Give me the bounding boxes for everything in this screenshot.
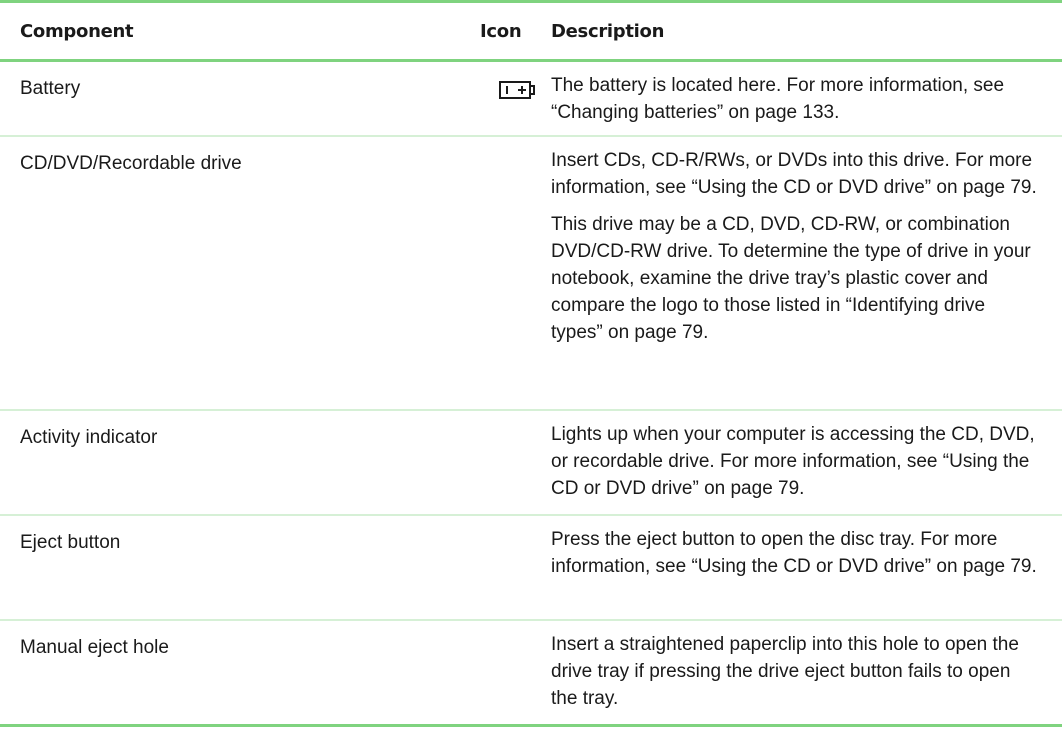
description-cell: Insert a straightened paperclip into thi… [551,631,1062,724]
icon-cell [460,72,551,135]
header-description: Description [551,20,665,42]
component-name: Activity indicator [20,427,158,448]
table-row: Battery The battery is located here. For… [0,62,1062,137]
description-cell: Insert CDs, CD-R/RWs, or DVDs into this … [551,147,1062,409]
component-name: Manual eject hole [20,637,169,658]
header-icon: Icon [480,20,522,42]
description-cell: The battery is located here. For more in… [551,72,1062,135]
description-text: Insert CDs, CD-R/RWs, or DVDs into this … [551,150,1037,198]
table-row: Manual eject hole Insert a straightened … [0,621,1062,724]
table-row: Activity indicator Lights up when your c… [0,411,1062,516]
table-row: CD/DVD/Recordable drive Insert CDs, CD-R… [0,137,1062,411]
component-name: Eject button [20,532,121,553]
battery-icon [499,81,535,99]
description-text: Lights up when your computer is accessin… [551,424,1035,499]
description-text: This drive may be a CD, DVD, CD-RW, or c… [551,214,1031,343]
description-text: Press the eject button to open the disc … [551,529,1037,577]
table-row: Eject button Press the eject button to o… [0,516,1062,621]
icon-cell [460,631,551,724]
description-text: The battery is located here. For more in… [551,75,1005,123]
icon-cell [460,147,551,409]
table-header-row: Component Icon Description [0,3,1062,62]
description-cell: Press the eject button to open the disc … [551,526,1062,619]
description-text: Insert a straightened paperclip into thi… [551,634,1019,709]
table-bottom-rule [0,724,1062,727]
icon-cell [460,526,551,619]
component-name: Battery [20,78,81,99]
component-name: CD/DVD/Recordable drive [20,153,242,174]
component-table: Component Icon Description Battery The b… [0,0,1062,727]
description-cell: Lights up when your computer is accessin… [551,421,1062,514]
header-component: Component [20,20,134,42]
icon-cell [460,421,551,514]
